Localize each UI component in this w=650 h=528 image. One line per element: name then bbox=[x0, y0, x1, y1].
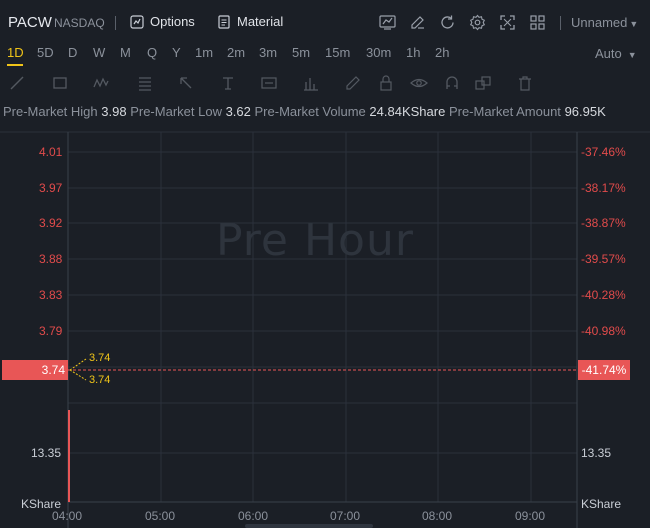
time-axis-label: 07:00 bbox=[330, 509, 361, 523]
time-axis-label: 06:00 bbox=[238, 509, 269, 523]
price-axis-label: 4.01 bbox=[39, 145, 63, 159]
time-axis-label: 04:00 bbox=[52, 509, 83, 523]
price-axis-label: 3.92 bbox=[39, 216, 63, 230]
low-tick-label: 3.74 bbox=[89, 374, 111, 386]
high-tick-label: 3.74 bbox=[89, 352, 111, 364]
time-scrollbar bbox=[245, 524, 373, 528]
time-axis-label: 09:00 bbox=[515, 509, 546, 523]
change-axis-label: -39.57% bbox=[581, 252, 626, 266]
volume-unit-label: KShare bbox=[581, 497, 622, 511]
change-axis-label: -38.87% bbox=[581, 216, 626, 230]
time-axis-label: 05:00 bbox=[145, 509, 176, 523]
volume-bar bbox=[68, 410, 70, 502]
volume-axis-label: 13.35 bbox=[581, 446, 612, 460]
time-axis-label: 08:00 bbox=[422, 509, 453, 523]
change-axis-label: -38.17% bbox=[581, 181, 626, 195]
current-price-badge: 3.74 bbox=[2, 360, 68, 380]
change-axis-label: -40.98% bbox=[581, 324, 626, 338]
price-axis-label: 3.88 bbox=[39, 252, 63, 266]
price-axis-label: 3.97 bbox=[39, 181, 63, 195]
session-watermark: Pre Hour bbox=[216, 215, 414, 266]
current-change-badge: -41.74% bbox=[578, 360, 630, 380]
change-axis-label: -37.46% bbox=[581, 145, 626, 159]
change-axis-label: -40.28% bbox=[581, 288, 626, 302]
price-axis-label: 3.83 bbox=[39, 288, 63, 302]
volume-axis-label: 13.35 bbox=[31, 446, 62, 460]
price-axis-label: 3.79 bbox=[39, 324, 63, 338]
